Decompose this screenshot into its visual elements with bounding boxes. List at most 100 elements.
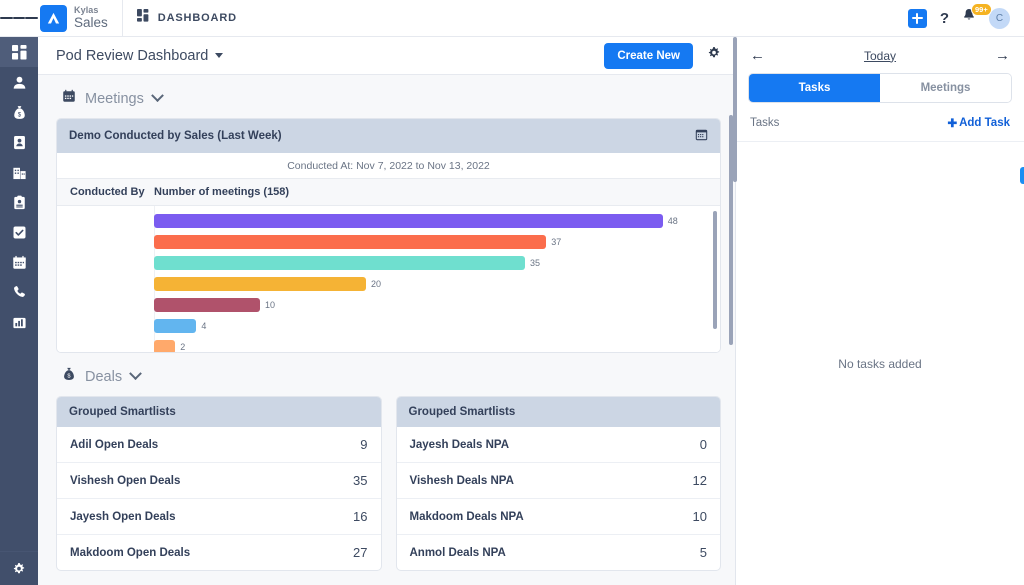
tasks-empty-state: No tasks added bbox=[736, 142, 1024, 585]
right-panel-tabs: Tasks Meetings bbox=[748, 73, 1012, 103]
arrow-right-icon[interactable]: → bbox=[995, 48, 1010, 63]
deals-chevron-down-icon[interactable] bbox=[129, 367, 142, 380]
contact-book-icon bbox=[12, 135, 27, 150]
sidebar-item-meetings[interactable] bbox=[0, 247, 38, 277]
chart-col-number-of-meetings: Number of meetings (158) bbox=[154, 186, 720, 198]
table-row[interactable]: Jayesh Deals NPA 0 bbox=[397, 427, 721, 462]
help-question-icon[interactable]: ? bbox=[940, 11, 949, 26]
page-title: Pod Review Dashboard bbox=[56, 48, 208, 64]
deals-card: Grouped SmartlistsAdil Open Deals9Vishes… bbox=[56, 396, 382, 571]
smartlist-name: Jayesh Open Deals bbox=[70, 511, 175, 523]
chart-plot-area: 48 37 35 20 10 4 2 bbox=[57, 206, 720, 352]
meetings-chart-card: Demo Conducted by Sales (Last Week) bbox=[56, 118, 721, 353]
smartlist-count: 10 bbox=[693, 509, 707, 524]
chart-bar-value-label: 35 bbox=[530, 258, 540, 268]
sidebar-item-dashboard[interactable] bbox=[0, 37, 38, 67]
chart-bar[interactable] bbox=[154, 235, 546, 249]
table-row[interactable]: Makdoom Deals NPA 10 bbox=[397, 498, 721, 534]
chart-bar[interactable] bbox=[154, 298, 260, 312]
chart-bar-row: 20 bbox=[57, 277, 720, 291]
sidebar-item-deals[interactable]: $ bbox=[0, 97, 38, 127]
phone-icon bbox=[12, 285, 26, 299]
table-row[interactable]: Anmol Deals NPA5 bbox=[397, 534, 721, 570]
smartlist-count: 9 bbox=[360, 437, 367, 452]
left-sidebar: $ bbox=[0, 37, 38, 585]
main-content: Pod Review Dashboard Create New bbox=[38, 37, 735, 585]
card-calendar-icon[interactable] bbox=[695, 128, 708, 144]
bar-chart-icon bbox=[12, 315, 27, 330]
building-icon bbox=[12, 165, 27, 180]
deals-card-grid: Grouped SmartlistsAdil Open Deals9Vishes… bbox=[56, 396, 721, 571]
tasks-empty-text: No tasks added bbox=[838, 357, 921, 371]
table-row[interactable]: Jayesh Open Deals16 bbox=[57, 498, 381, 534]
smartlist-name: Makdoom Deals NPA bbox=[410, 511, 524, 523]
notifications-button[interactable]: 99+ bbox=[962, 8, 976, 28]
table-row[interactable]: Makdoom Open Deals27 bbox=[57, 534, 381, 570]
smartlist-count: 35 bbox=[353, 473, 367, 488]
hamburger-menu-icon[interactable] bbox=[0, 15, 38, 21]
create-new-button[interactable]: Create New bbox=[604, 43, 693, 69]
notification-count-badge: 99+ bbox=[971, 3, 992, 16]
nav-item-dashboard[interactable]: DASHBOARD bbox=[123, 0, 251, 37]
meetings-card-header: Demo Conducted by Sales (Last Week) bbox=[57, 119, 720, 153]
deals-card: Grouped Smartlists Jayesh Deals NPA 0 Vishe… bbox=[396, 396, 722, 571]
sidebar-item-companies[interactable] bbox=[0, 157, 38, 187]
sidebar-item-calls[interactable] bbox=[0, 277, 38, 307]
chart-bar-value-label: 37 bbox=[551, 237, 561, 247]
arrow-left-icon[interactable]: ← bbox=[750, 48, 765, 63]
sidebar-item-contacts[interactable] bbox=[0, 127, 38, 157]
tab-meetings[interactable]: Meetings bbox=[880, 74, 1011, 102]
panel-collapse-handle[interactable] bbox=[1020, 167, 1024, 184]
table-row[interactable]: Vishesh Open Deals 35 bbox=[57, 462, 381, 498]
sidebar-item-tasks[interactable] bbox=[0, 217, 38, 247]
plus-icon: ✚ bbox=[947, 116, 957, 130]
tab-tasks[interactable]: Tasks bbox=[749, 74, 880, 102]
chart-bar[interactable] bbox=[154, 256, 525, 270]
nav-item-dashboard-label: DASHBOARD bbox=[158, 12, 237, 24]
smartlist-count: 27 bbox=[353, 545, 367, 560]
table-row[interactable]: Vishesh Deals NPA 12 bbox=[397, 462, 721, 498]
brand-logo-block[interactable]: Kylas Sales bbox=[38, 5, 108, 32]
calendar-icon bbox=[12, 255, 27, 270]
smartlist-name: Vishesh Deals NPA bbox=[410, 475, 514, 487]
today-label[interactable]: Today bbox=[864, 49, 896, 63]
dashboard-select-caret-down-icon[interactable] bbox=[215, 53, 223, 58]
sidebar-item-leads[interactable] bbox=[0, 67, 38, 97]
chart-bar[interactable] bbox=[154, 277, 366, 291]
calendar-icon bbox=[62, 89, 76, 108]
right-panel-edge-scrollbar[interactable] bbox=[733, 37, 737, 182]
smartlist-name: Vishesh Open Deals bbox=[70, 475, 180, 487]
dashboard-scroll-area[interactable]: Meetings Demo Conducted by Sales (Last W… bbox=[38, 75, 735, 585]
chart-bar[interactable] bbox=[154, 319, 196, 333]
table-row[interactable]: Adil Open Deals9 bbox=[57, 427, 381, 462]
section-header-meetings[interactable]: Meetings bbox=[56, 75, 721, 118]
section-title-meetings: Meetings bbox=[85, 91, 144, 107]
chart-bar[interactable] bbox=[154, 340, 175, 353]
sidebar-item-settings[interactable] bbox=[0, 552, 38, 585]
chart-bar-value-label: 4 bbox=[201, 321, 206, 331]
meetings-chevron-down-icon[interactable] bbox=[151, 89, 164, 102]
deals-card-header: Grouped Smartlists bbox=[397, 397, 721, 427]
add-task-button[interactable]: ✚ Add Task bbox=[947, 116, 1010, 130]
smartlist-count: 12 bbox=[693, 473, 707, 488]
chart-date-range: Conducted At: Nov 7, 2022 to Nov 13, 202… bbox=[57, 153, 720, 178]
chart-bar-row: 10 bbox=[57, 298, 720, 312]
user-avatar[interactable]: C bbox=[989, 8, 1010, 29]
money-bag-icon: $ bbox=[12, 105, 27, 120]
dashboard-settings-gear-icon[interactable] bbox=[707, 46, 721, 65]
chart-bar-value-label: 48 bbox=[668, 216, 678, 226]
chart-bar-value-label: 10 bbox=[265, 300, 275, 310]
smartlist-count: 0 bbox=[700, 437, 707, 452]
dashboard-grid-icon bbox=[137, 9, 150, 27]
money-bag-icon: $ bbox=[62, 367, 76, 386]
section-header-deals[interactable]: $ Deals bbox=[56, 353, 721, 396]
smartlist-name: Jayesh Deals NPA bbox=[410, 439, 510, 451]
chart-bar-row: 2 bbox=[57, 340, 720, 353]
tasks-list-label: Tasks bbox=[750, 117, 779, 129]
chart-bar-value-label: 20 bbox=[371, 279, 381, 289]
create-plus-icon[interactable] bbox=[908, 9, 927, 28]
sidebar-item-reports[interactable] bbox=[0, 307, 38, 337]
chart-bar[interactable] bbox=[154, 214, 663, 228]
sidebar-item-products[interactable] bbox=[0, 187, 38, 217]
chart-bar-row: 37 bbox=[57, 235, 720, 249]
